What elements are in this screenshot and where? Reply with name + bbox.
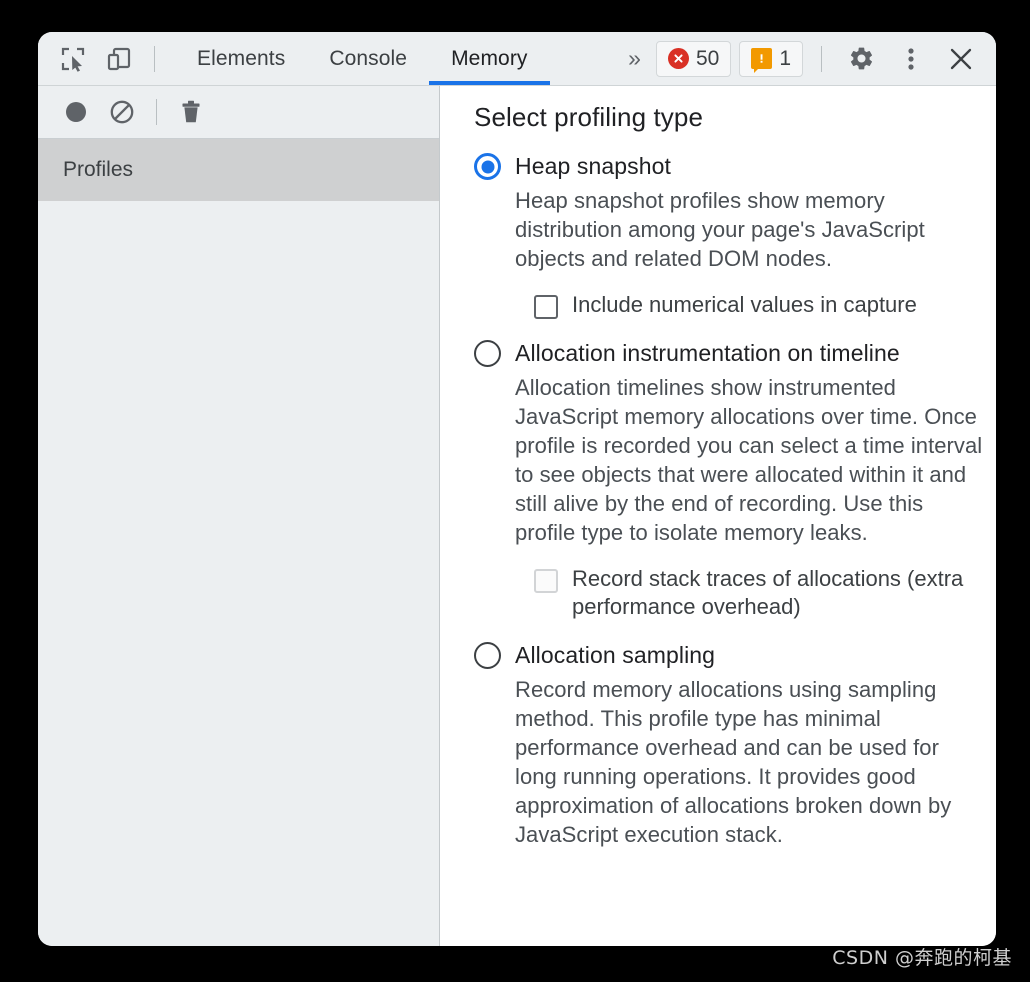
tabbar-left-tools <box>38 32 165 85</box>
radio-heap-snapshot[interactable] <box>474 153 501 180</box>
devtools-window: Elements Console Memory » 50 1 Profiles … <box>38 32 996 946</box>
tab-console-label: Console <box>329 46 408 70</box>
record-circle-icon[interactable] <box>54 90 98 134</box>
error-count-badge[interactable]: 50 <box>655 40 732 77</box>
tab-elements[interactable]: Elements <box>175 32 307 85</box>
tab-console[interactable]: Console <box>307 32 429 85</box>
tab-memory-label: Memory <box>451 46 528 70</box>
tabbar-right-tools: » 50 1 <box>618 32 996 85</box>
option-allocation-instrumentation-description: Allocation timelines show instrumented J… <box>515 374 983 545</box>
sidebar-toolbar <box>38 86 439 139</box>
devtools-tabbar: Elements Console Memory » 50 1 <box>38 32 996 86</box>
tabbar-right-divider <box>821 45 822 72</box>
tabbar-divider <box>154 45 155 72</box>
radio-allocation-instrumentation[interactable] <box>474 339 501 367</box>
device-toolbar-icon[interactable] <box>98 38 140 80</box>
option-heap-snapshot-description: Heap snapshot profiles show memory distr… <box>515 188 925 272</box>
checkbox-include-numerical-values[interactable]: Include numerical values in capture <box>534 291 996 320</box>
checkbox-record-stack-traces[interactable]: Record stack traces of allocations (extr… <box>534 565 996 622</box>
profiling-type-panel: Select profiling type Heap snapshot Heap… <box>440 86 996 946</box>
option-allocation-sampling-header[interactable]: Allocation sampling <box>474 642 996 670</box>
gear-icon[interactable] <box>840 38 882 80</box>
sidebar-item-profiles[interactable]: Profiles <box>38 139 439 201</box>
option-heap-snapshot-label: Heap snapshot <box>515 153 672 179</box>
option-allocation-sampling-label: Allocation sampling <box>515 642 716 669</box>
screenshot-stage: Elements Console Memory » 50 1 Profiles … <box>0 0 1030 982</box>
radio-allocation-sampling[interactable] <box>474 642 501 670</box>
profiling-option-allocation-sampling[interactable]: Allocation sampling Record memory alloca… <box>474 642 996 849</box>
tab-memory[interactable]: Memory <box>429 32 551 85</box>
error-count-label: 50 <box>695 46 720 70</box>
kebab-menu-icon[interactable] <box>890 38 932 80</box>
sidebar-item-profiles-label: Profiles <box>63 158 134 181</box>
csdn-watermark: CSDN @奔跑的柯基 <box>832 947 1012 969</box>
memory-sidebar: Profiles <box>38 86 440 946</box>
option-allocation-instrumentation-header[interactable]: Allocation instrumentation on timeline <box>474 339 996 367</box>
page-title: Select profiling type <box>474 102 704 132</box>
tab-elements-label: Elements <box>197 46 286 70</box>
profiling-option-allocation-instrumentation[interactable]: Allocation instrumentation on timeline A… <box>474 339 996 622</box>
profiles-list: Profiles <box>38 139 439 946</box>
devtools-body: Profiles Select profiling type Heap snap… <box>38 86 996 946</box>
option-heap-snapshot-header[interactable]: Heap snapshot <box>474 153 996 180</box>
sidebar-toolbar-divider <box>156 99 157 125</box>
option-allocation-instrumentation-label: Allocation instrumentation on timeline <box>515 339 900 366</box>
close-icon[interactable] <box>940 38 982 80</box>
warning-count-label: 1 <box>779 46 791 70</box>
more-tabs-icon[interactable]: » <box>618 45 648 72</box>
profiling-option-heap-snapshot[interactable]: Heap snapshot Heap snapshot profiles sho… <box>474 153 996 320</box>
checkbox-include-numerical-values-box[interactable] <box>534 295 558 320</box>
checkbox-record-stack-traces-label: Record stack traces of allocations (extr… <box>572 565 964 620</box>
devtools-tabs: Elements Console Memory <box>175 32 551 85</box>
trash-icon[interactable] <box>169 90 213 134</box>
checkbox-record-stack-traces-box[interactable] <box>534 568 558 593</box>
clear-prohibited-icon[interactable] <box>100 90 144 134</box>
inspect-element-icon[interactable] <box>52 38 94 80</box>
warning-count-badge[interactable]: 1 <box>739 40 803 77</box>
warning-icon <box>751 48 773 73</box>
error-icon <box>667 48 689 69</box>
option-allocation-sampling-description: Record memory allocations using sampling… <box>515 677 952 848</box>
checkbox-include-numerical-values-label: Include numerical values in capture <box>572 292 917 318</box>
